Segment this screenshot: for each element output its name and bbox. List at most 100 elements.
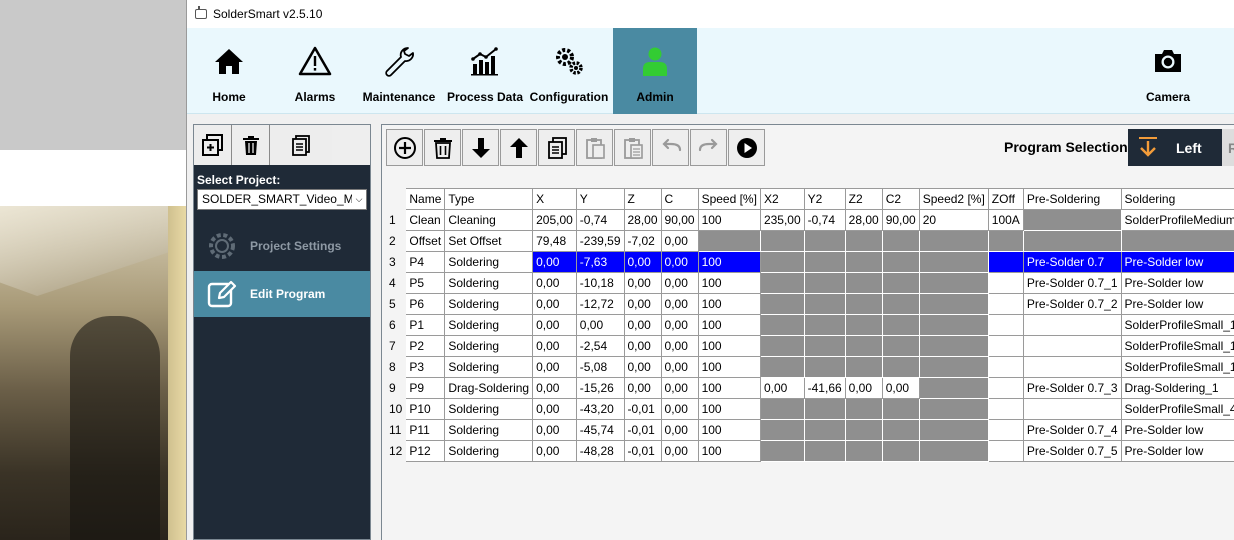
ribbon-home-button[interactable]: Home	[195, 28, 263, 114]
table-cell[interactable]: P4	[405, 251, 446, 273]
table-cell[interactable]: 205,00	[532, 209, 577, 231]
table-cell[interactable]: 0,00	[532, 440, 577, 462]
table-row[interactable]: 10 P10 Soldering 0,00 -43,20 -0,01 0,00 100 Sold…	[384, 398, 1234, 420]
table-cell[interactable]: 0,00	[759, 377, 805, 399]
table-cell[interactable]	[759, 356, 805, 378]
table-cell[interactable]: 0,00	[623, 272, 662, 294]
table-cell[interactable]	[759, 419, 805, 441]
row-number[interactable]: 5	[384, 293, 407, 315]
table-cell[interactable]	[803, 272, 846, 294]
table-cell[interactable]: -5,08	[575, 356, 625, 378]
table-row[interactable]: 6 P1 Soldering 0,00 0,00 0,00 0,00 100 SolderPro…	[384, 314, 1234, 336]
table-cell[interactable]: P3	[405, 356, 446, 378]
column-header[interactable]: Soldering	[1120, 188, 1234, 210]
table-cell[interactable]: 0,00	[532, 419, 577, 441]
table-cell[interactable]: 100	[697, 356, 761, 378]
table-cell[interactable]: SolderProfileSmall_4	[1120, 398, 1234, 420]
table-cell[interactable]	[918, 293, 989, 315]
table-cell[interactable]	[759, 314, 805, 336]
column-header[interactable]: Y2	[803, 188, 846, 210]
table-cell[interactable]: Soldering	[444, 293, 534, 315]
table-cell[interactable]	[759, 335, 805, 357]
table-row[interactable]: 9 P9 Drag-Soldering 0,00 -15,26 0,00 0,00 100 0,…	[384, 377, 1234, 399]
table-cell[interactable]	[803, 230, 846, 252]
table-cell[interactable]	[759, 293, 805, 315]
table-cell[interactable]: SolderProfileSmall_1	[1120, 335, 1234, 357]
table-cell[interactable]: Pre-Solder low	[1120, 440, 1234, 462]
table-cell[interactable]: SolderProfileSmall_1	[1120, 356, 1234, 378]
table-cell[interactable]: Pre-Solder low	[1120, 272, 1234, 294]
column-header[interactable]: Pre-Soldering	[1022, 188, 1122, 210]
new-project-button[interactable]	[194, 125, 232, 165]
table-cell[interactable]	[1022, 230, 1122, 252]
table-row[interactable]: 8 P3 Soldering 0,00 -5,08 0,00 0,00 100 SolderPr…	[384, 356, 1234, 378]
copy-step-button[interactable]	[538, 129, 575, 166]
table-row[interactable]: 3 P4 Soldering 0,00 -7,63 0,00 0,00 100 Pre-Sold…	[384, 251, 1234, 273]
table-cell[interactable]: -0,01	[623, 419, 662, 441]
table-cell[interactable]: 0,00	[660, 398, 699, 420]
table-cell[interactable]	[881, 335, 920, 357]
table-cell[interactable]	[844, 230, 883, 252]
column-header[interactable]: X	[532, 188, 577, 210]
table-cell[interactable]: -0,74	[575, 209, 625, 231]
table-cell[interactable]: P1	[405, 314, 446, 336]
table-cell[interactable]: Pre-Solder low	[1120, 419, 1234, 441]
table-cell[interactable]	[881, 230, 920, 252]
table-cell[interactable]: Drag-Soldering	[444, 377, 534, 399]
table-cell[interactable]: 100	[697, 293, 761, 315]
table-cell[interactable]: SolderProfileMedium_2	[1120, 209, 1234, 231]
table-cell[interactable]	[918, 272, 989, 294]
table-cell[interactable]: -48,28	[575, 440, 625, 462]
row-number[interactable]: 10	[384, 398, 407, 420]
table-cell[interactable]: P11	[405, 419, 446, 441]
move-up-button[interactable]	[500, 129, 537, 166]
table-cell[interactable]	[987, 440, 1024, 462]
table-row[interactable]: 4 P5 Soldering 0,00 -10,18 0,00 0,00 100 Pre-Sol…	[384, 272, 1234, 294]
table-cell[interactable]: 100	[697, 440, 761, 462]
table-cell[interactable]	[881, 440, 920, 462]
delete-project-button[interactable]	[232, 125, 270, 165]
row-number[interactable]: 6	[384, 314, 407, 336]
table-cell[interactable]: 90,00	[881, 209, 920, 231]
table-cell[interactable]	[759, 230, 805, 252]
table-cell[interactable]: 0,00	[532, 356, 577, 378]
table-cell[interactable]	[803, 356, 846, 378]
nav-edit-program[interactable]: Edit Program	[194, 271, 370, 317]
column-header[interactable]: C	[660, 188, 699, 210]
column-header[interactable]: Speed2 [%]	[918, 188, 989, 210]
column-header[interactable]: Z2	[844, 188, 883, 210]
table-cell[interactable]: -2,54	[575, 335, 625, 357]
table-cell[interactable]: Soldering	[444, 314, 534, 336]
table-cell[interactable]: 0,00	[623, 356, 662, 378]
table-cell[interactable]	[803, 440, 846, 462]
row-number[interactable]: 11	[384, 419, 407, 441]
table-cell[interactable]	[918, 377, 989, 399]
table-cell[interactable]	[844, 293, 883, 315]
table-row[interactable]: 7 P2 Soldering 0,00 -2,54 0,00 0,00 100 SolderPr…	[384, 335, 1234, 357]
table-cell[interactable]: 0,00	[660, 230, 699, 252]
table-cell[interactable]	[697, 230, 761, 252]
table-cell[interactable]: 28,00	[623, 209, 662, 231]
table-cell[interactable]	[881, 251, 920, 273]
table-cell[interactable]	[1022, 356, 1122, 378]
column-header[interactable]: Type	[444, 188, 534, 210]
table-cell[interactable]: Set Offset	[444, 230, 534, 252]
table-cell[interactable]	[881, 272, 920, 294]
table-row[interactable]: 5 P6 Soldering 0,00 -12,72 0,00 0,00 100 Pre-Sol…	[384, 293, 1234, 315]
table-cell[interactable]: 79,48	[532, 230, 577, 252]
table-cell[interactable]: -0,01	[623, 440, 662, 462]
table-cell[interactable]: 100A	[987, 209, 1024, 231]
table-cell[interactable]: 0,00	[660, 314, 699, 336]
table-cell[interactable]	[918, 440, 989, 462]
table-cell[interactable]	[987, 398, 1024, 420]
row-number[interactable]: 3	[384, 251, 407, 273]
row-number[interactable]: 2	[384, 230, 407, 252]
table-cell[interactable]	[759, 251, 805, 273]
table-cell[interactable]: Pre-Solder low	[1120, 251, 1234, 273]
table-cell[interactable]	[987, 293, 1024, 315]
left-program-button[interactable]: Left	[1128, 129, 1222, 166]
table-cell[interactable]	[987, 314, 1024, 336]
delete-step-button[interactable]	[424, 129, 461, 166]
table-cell[interactable]: 0,00	[532, 335, 577, 357]
table-cell[interactable]: 90,00	[660, 209, 699, 231]
